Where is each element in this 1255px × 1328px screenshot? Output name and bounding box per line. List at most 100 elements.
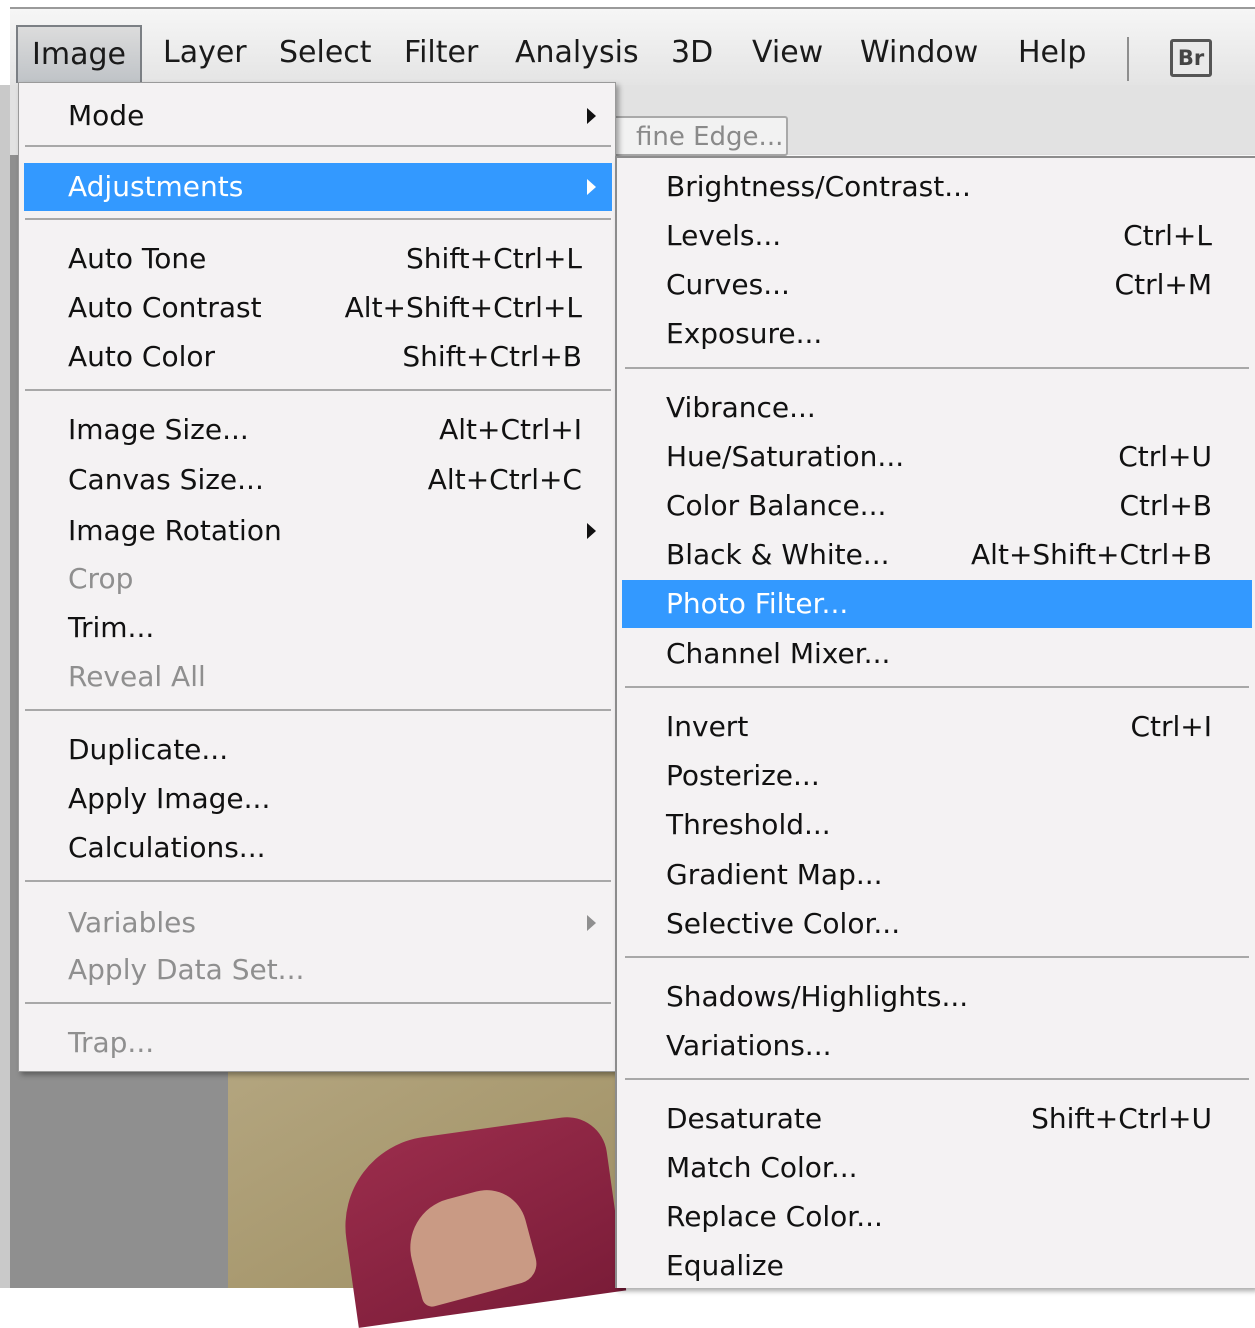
menu-item-label: Exposure... xyxy=(666,317,823,350)
menu-item-variables[interactable]: Variables xyxy=(24,899,612,947)
menu-item-equalize[interactable]: Equalize xyxy=(622,1242,1252,1290)
menubar: Image Layer Select Filter Analysis 3D Vi… xyxy=(10,9,1255,85)
menu-item-label: Channel Mixer... xyxy=(666,637,891,670)
menu-separator xyxy=(25,145,611,147)
menu-item-shortcut: Alt+Shift+Ctrl+L xyxy=(344,291,582,324)
menu-item-label: Threshold... xyxy=(666,808,831,841)
menu-item-label: Auto Tone xyxy=(68,242,207,275)
menu-item-invert[interactable]: Invert Ctrl+I xyxy=(622,703,1252,751)
menu-item-black-white[interactable]: Black & White... Alt+Shift+Ctrl+B xyxy=(622,531,1252,579)
menu-item-image-rotation[interactable]: Image Rotation xyxy=(24,507,612,555)
menu-item-shortcut: Shift+Ctrl+L xyxy=(406,242,582,275)
menubar-separator xyxy=(1127,37,1129,81)
menu-item-curves[interactable]: Curves... Ctrl+M xyxy=(622,261,1252,309)
menu-item-selective-color[interactable]: Selective Color... xyxy=(622,900,1252,948)
menu-item-label: Posterize... xyxy=(666,759,820,792)
menu-item-label: Image Size... xyxy=(68,413,249,446)
menu-item-auto-color[interactable]: Auto Color Shift+Ctrl+B xyxy=(24,333,612,381)
menu-separator xyxy=(25,1002,611,1004)
menu-view[interactable]: View xyxy=(752,25,823,83)
menu-item-trim[interactable]: Trim... xyxy=(24,604,612,652)
menu-item-hue-saturation[interactable]: Hue/Saturation... Ctrl+U xyxy=(622,433,1252,481)
menu-item-label: Calculations... xyxy=(68,831,266,864)
menu-item-replace-color[interactable]: Replace Color... xyxy=(622,1193,1252,1241)
menu-item-levels[interactable]: Levels... Ctrl+L xyxy=(622,212,1252,260)
menu-filter[interactable]: Filter xyxy=(404,25,478,83)
menu-separator xyxy=(625,367,1249,369)
menu-item-label: Auto Color xyxy=(68,340,216,373)
submenu-arrow-icon xyxy=(587,108,596,124)
menu-separator xyxy=(625,686,1249,688)
menu-item-label: Crop xyxy=(68,562,134,595)
menu-item-label: Levels... xyxy=(666,219,782,252)
image-menu: Mode Adjustments Auto Tone Shift+Ctrl+L … xyxy=(18,82,616,1072)
menu-item-label: Variations... xyxy=(666,1029,832,1062)
menu-item-brightness-contrast[interactable]: Brightness/Contrast... xyxy=(622,163,1252,211)
menu-item-match-color[interactable]: Match Color... xyxy=(622,1144,1252,1192)
menu-item-reveal-all[interactable]: Reveal All xyxy=(24,653,612,701)
menu-item-calculations[interactable]: Calculations... xyxy=(24,824,612,872)
menu-item-shortcut: Alt+Ctrl+C xyxy=(427,463,582,496)
menu-item-posterize[interactable]: Posterize... xyxy=(622,752,1252,800)
menu-item-shortcut: Alt+Shift+Ctrl+B xyxy=(971,538,1212,571)
menu-item-label: Selective Color... xyxy=(666,907,901,940)
menu-item-canvas-size[interactable]: Canvas Size... Alt+Ctrl+C xyxy=(24,456,612,504)
menu-item-exposure[interactable]: Exposure... xyxy=(622,310,1252,358)
menu-item-label: Brightness/Contrast... xyxy=(666,170,971,203)
menu-item-mode[interactable]: Mode xyxy=(24,92,612,140)
submenu-arrow-icon xyxy=(587,915,596,931)
menu-item-label: Invert xyxy=(666,710,749,743)
menu-item-apply-image[interactable]: Apply Image... xyxy=(24,775,612,823)
menu-item-vibrance[interactable]: Vibrance... xyxy=(622,384,1252,432)
menu-item-auto-tone[interactable]: Auto Tone Shift+Ctrl+L xyxy=(24,235,612,283)
menu-item-label: Curves... xyxy=(666,268,790,301)
refine-edge-label: fine Edge... xyxy=(636,122,784,152)
menu-item-apply-data-set[interactable]: Apply Data Set... xyxy=(24,946,612,994)
menu-item-threshold[interactable]: Threshold... xyxy=(622,801,1252,849)
menu-item-color-balance[interactable]: Color Balance... Ctrl+B xyxy=(622,482,1252,530)
menu-item-gradient-map[interactable]: Gradient Map... xyxy=(622,851,1252,899)
menu-item-trap[interactable]: Trap... xyxy=(24,1019,612,1067)
menu-separator xyxy=(25,389,611,391)
menu-item-shortcut: Ctrl+M xyxy=(1114,268,1212,301)
menu-item-photo-filter[interactable]: Photo Filter... xyxy=(622,580,1252,628)
menu-item-label: Color Balance... xyxy=(666,489,887,522)
menu-item-crop[interactable]: Crop xyxy=(24,555,612,603)
menu-item-auto-contrast[interactable]: Auto Contrast Alt+Shift+Ctrl+L xyxy=(24,284,612,332)
refine-edge-button[interactable]: fine Edge... xyxy=(612,116,788,156)
menu-item-label: Shadows/Highlights... xyxy=(666,980,969,1013)
menu-layer[interactable]: Layer xyxy=(163,25,247,83)
menu-separator xyxy=(625,956,1249,958)
menu-item-shortcut: Shift+Ctrl+U xyxy=(1031,1102,1212,1135)
menu-select[interactable]: Select xyxy=(279,25,372,83)
menu-3d[interactable]: 3D xyxy=(671,25,713,83)
menu-item-shortcut: Ctrl+U xyxy=(1118,440,1212,473)
menu-item-label: Gradient Map... xyxy=(666,858,883,891)
menu-item-label: Replace Color... xyxy=(666,1200,883,1233)
menu-item-label: Vibrance... xyxy=(666,391,816,424)
menu-item-label: Apply Data Set... xyxy=(68,953,305,986)
adjustments-submenu: Brightness/Contrast... Levels... Ctrl+L … xyxy=(615,156,1255,1288)
menu-window[interactable]: Window xyxy=(860,25,978,83)
bridge-button[interactable]: Br xyxy=(1170,39,1212,77)
menu-item-label: Apply Image... xyxy=(68,782,271,815)
menu-help[interactable]: Help xyxy=(1018,25,1086,83)
menu-item-shortcut: Shift+Ctrl+B xyxy=(402,340,582,373)
menu-item-duplicate[interactable]: Duplicate... xyxy=(24,726,612,774)
menu-item-label: Mode xyxy=(68,99,145,132)
menu-item-adjustments[interactable]: Adjustments xyxy=(24,163,612,211)
menu-item-variations[interactable]: Variations... xyxy=(622,1022,1252,1070)
menu-item-shadows-highlights[interactable]: Shadows/Highlights... xyxy=(622,973,1252,1021)
menu-image[interactable]: Image xyxy=(16,25,142,83)
submenu-arrow-icon xyxy=(587,179,596,195)
menu-item-desaturate[interactable]: Desaturate Shift+Ctrl+U xyxy=(622,1095,1252,1143)
menu-item-image-size[interactable]: Image Size... Alt+Ctrl+I xyxy=(24,406,612,454)
menu-item-label: Trim... xyxy=(68,611,155,644)
menu-item-channel-mixer[interactable]: Channel Mixer... xyxy=(622,630,1252,678)
menu-separator xyxy=(25,709,611,711)
menu-analysis[interactable]: Analysis xyxy=(515,25,639,83)
menu-item-label: Adjustments xyxy=(68,170,244,203)
menu-item-label: Duplicate... xyxy=(68,733,229,766)
menu-item-label: Equalize xyxy=(666,1249,784,1282)
menu-item-shortcut: Ctrl+L xyxy=(1123,219,1212,252)
